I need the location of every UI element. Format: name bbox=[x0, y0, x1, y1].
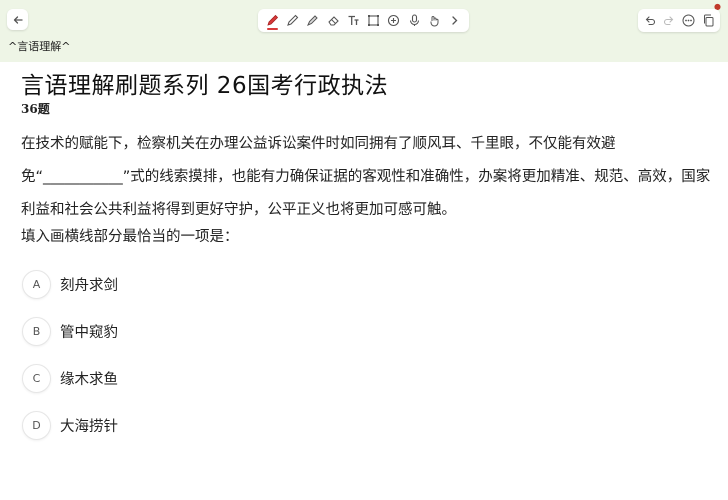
option-letter: B bbox=[22, 316, 51, 346]
drawing-toolbar bbox=[258, 9, 469, 32]
more-icon[interactable] bbox=[680, 11, 697, 30]
option-letter: D bbox=[22, 410, 51, 440]
option-text: 缘木求鱼 bbox=[60, 371, 118, 388]
option-a[interactable]: A 刻舟求剑 bbox=[22, 269, 322, 299]
back-button[interactable] bbox=[7, 9, 28, 30]
copy-icon[interactable] bbox=[700, 11, 717, 30]
option-b[interactable]: B 管中窥豹 bbox=[22, 316, 322, 346]
option-c[interactable]: C 缘木求鱼 bbox=[22, 363, 322, 393]
touch-icon[interactable] bbox=[426, 11, 443, 30]
lasso-icon[interactable] bbox=[365, 11, 382, 30]
page-actions bbox=[638, 9, 720, 32]
text-icon[interactable] bbox=[345, 11, 362, 30]
option-d[interactable]: D 大海捞针 bbox=[22, 410, 322, 440]
undo-icon[interactable] bbox=[641, 11, 658, 30]
back-arrow-icon bbox=[13, 15, 23, 25]
microphone-icon[interactable] bbox=[406, 11, 423, 30]
top-toolbar-area: ● ^言语理解^ bbox=[0, 0, 728, 62]
option-letter: C bbox=[22, 363, 51, 393]
tab-title[interactable]: ^言语理解^ bbox=[8, 38, 70, 54]
eraser-icon[interactable] bbox=[325, 11, 342, 30]
pen-icon[interactable] bbox=[264, 11, 281, 30]
redo-icon[interactable] bbox=[661, 11, 678, 30]
question-prompt: 填入画横线部分最恰当的一项是： bbox=[21, 229, 239, 245]
chevron-right-icon[interactable] bbox=[446, 11, 463, 30]
option-text: 大海捞针 bbox=[60, 418, 118, 435]
page-title: 言语理解刷题系列 26国考行政执法 bbox=[21, 73, 389, 99]
add-shape-icon[interactable] bbox=[385, 11, 402, 30]
option-text: 管中窥豹 bbox=[60, 324, 118, 341]
highlighter-icon[interactable] bbox=[304, 11, 321, 30]
question-number: 36题 bbox=[21, 102, 50, 116]
pencil-icon[interactable] bbox=[284, 11, 301, 30]
option-text: 刻舟求剑 bbox=[60, 277, 118, 294]
question-stem: 在技术的赋能下，检察机关在办理公益诉讼案件时如同拥有了顺风耳、千里眼，不仅能有效… bbox=[21, 136, 711, 218]
option-letter: A bbox=[22, 269, 51, 299]
